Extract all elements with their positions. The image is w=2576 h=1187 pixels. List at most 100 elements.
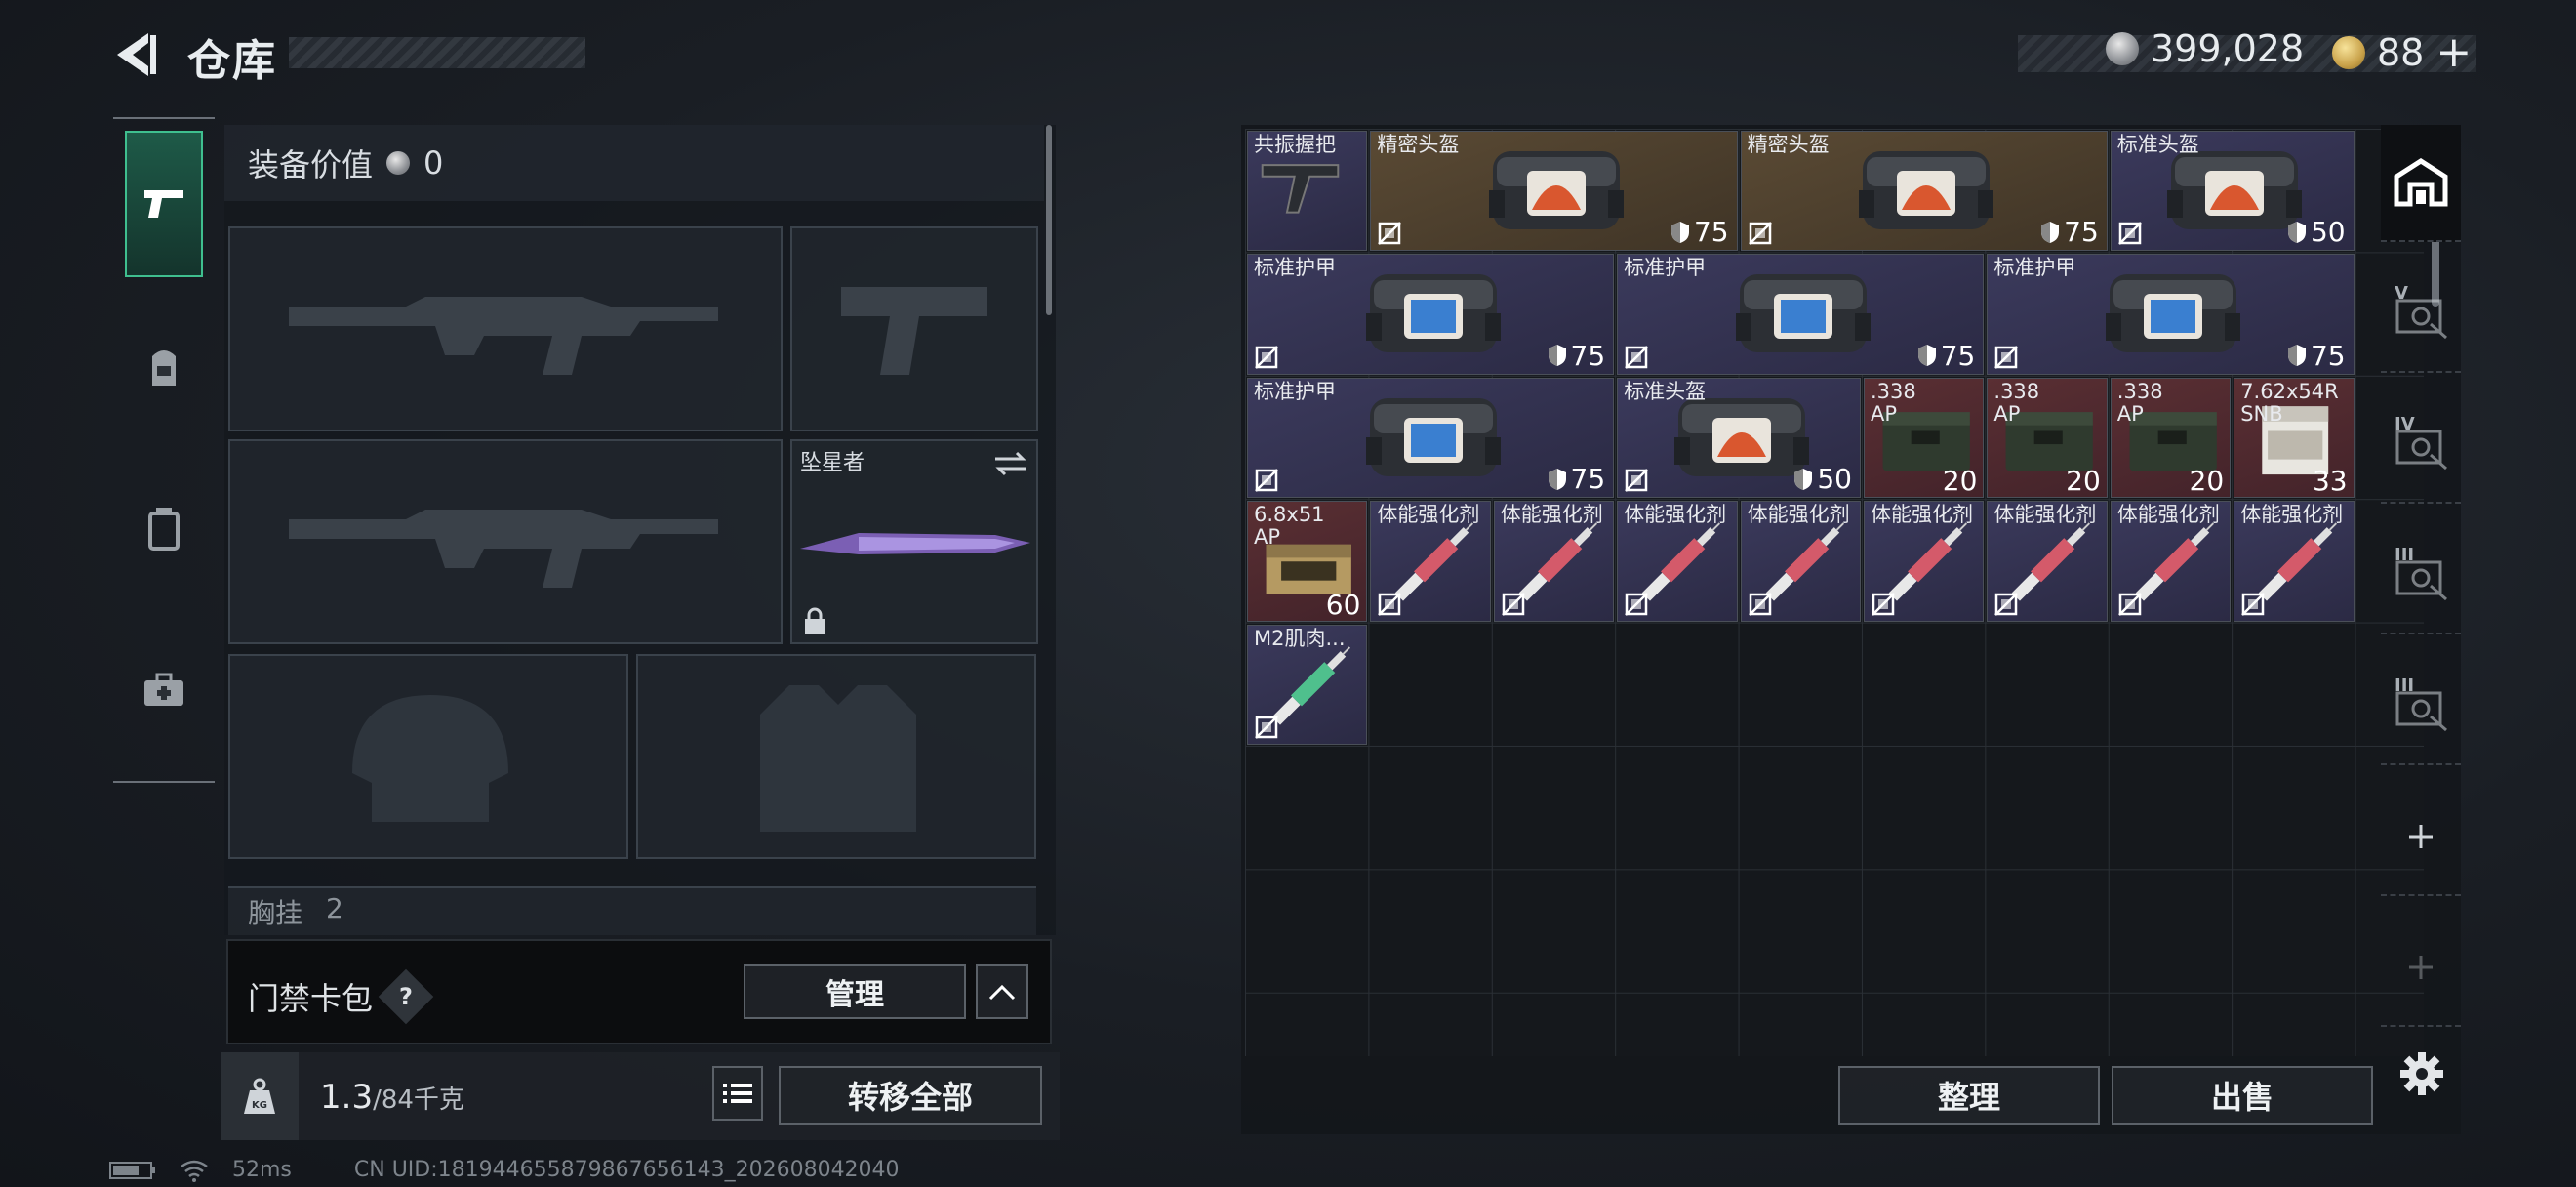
silver-coin-icon bbox=[2106, 32, 2139, 65]
stash-item[interactable]: 体能强化剂 bbox=[1864, 501, 1985, 622]
weight-value: 1.3 bbox=[320, 1078, 374, 1117]
battery-icon bbox=[109, 1161, 155, 1179]
stash-item[interactable]: 7.62x54R SNB 33 bbox=[2234, 377, 2355, 499]
lock-icon bbox=[805, 607, 825, 634]
tab-container[interactable] bbox=[125, 456, 203, 602]
container-tab[interactable]: V bbox=[2381, 256, 2461, 373]
stash-item[interactable]: 精密头盔 75 bbox=[1370, 131, 1738, 252]
silver-amount: 399,028 bbox=[2151, 27, 2305, 70]
durability-value: 50 bbox=[2310, 216, 2346, 249]
durability-readout: 50 bbox=[1793, 463, 1852, 495]
container-tab[interactable]: IV bbox=[2381, 387, 2461, 504]
stash-item[interactable]: M2肌肉... bbox=[1247, 624, 1368, 745]
item-name: 精密头盔 bbox=[1747, 133, 1830, 156]
loadout-panel: 装备价值 0 坠星者 胸挂 2 bbox=[224, 125, 1056, 935]
tab-kit[interactable] bbox=[125, 617, 203, 763]
transfer-all-button[interactable]: 转移全部 bbox=[779, 1066, 1042, 1125]
gold-currency[interactable]: 88 + bbox=[2332, 27, 2472, 77]
help-icon[interactable]: ? bbox=[378, 968, 434, 1025]
no-insure-icon bbox=[1501, 592, 1525, 616]
organize-button[interactable]: 整理 bbox=[1838, 1066, 2100, 1125]
list-view-button[interactable] bbox=[712, 1066, 763, 1121]
stash-item[interactable]: .338 AP 20 bbox=[2110, 377, 2232, 499]
add-gold-button[interactable]: + bbox=[2435, 27, 2472, 77]
title-decoration bbox=[289, 37, 585, 68]
stack-count: 33 bbox=[2312, 465, 2348, 498]
manage-button[interactable]: 管理 bbox=[744, 964, 966, 1019]
chest-rig-count: 2 bbox=[326, 892, 343, 924]
item-image bbox=[1365, 397, 1501, 476]
stash-item[interactable]: 体能强化剂 bbox=[2110, 501, 2232, 622]
item-name: 体能强化剂 bbox=[2116, 503, 2220, 527]
primary-weapon-slot[interactable] bbox=[228, 226, 783, 431]
durability-value: 50 bbox=[1817, 463, 1852, 496]
container-tier-label: V bbox=[2395, 283, 2408, 304]
stash-item[interactable]: 6.8x51 AP 60 bbox=[1247, 501, 1368, 622]
keycase-bar: 门禁卡包 ? 管理 bbox=[226, 939, 1052, 1044]
stash-item[interactable]: 标准头盔 50 bbox=[1617, 377, 1861, 499]
sell-button[interactable]: 出售 bbox=[2112, 1066, 2373, 1125]
secondary-weapon-slot[interactable] bbox=[228, 439, 783, 644]
no-insure-icon bbox=[1378, 222, 1402, 246]
tab-weapon[interactable] bbox=[125, 131, 203, 277]
container-tier-label: III bbox=[2395, 675, 2415, 696]
no-insure-icon bbox=[1378, 592, 1402, 616]
stash-item[interactable]: 体能强化剂 bbox=[1987, 501, 2108, 622]
armor-slot[interactable] bbox=[636, 654, 1036, 859]
stash-item[interactable]: 精密头盔 75 bbox=[1740, 131, 2108, 252]
container-tier-label: III bbox=[2395, 545, 2415, 565]
stash-item[interactable]: 体能强化剂 bbox=[2234, 501, 2355, 622]
item-name: 标准护甲 bbox=[1254, 379, 1336, 403]
helmet-slot[interactable] bbox=[228, 654, 628, 859]
stash-item[interactable]: .338 AP 20 bbox=[1864, 377, 1985, 499]
status-bar: 52ms CN UID:181944655879867656143_202608… bbox=[109, 1158, 900, 1182]
container-rail: V IV III III bbox=[2381, 125, 2461, 1134]
item-name: 体能强化剂 bbox=[1500, 503, 1603, 527]
stash-item[interactable]: 标准护甲 75 bbox=[1247, 254, 1615, 375]
item-image bbox=[1859, 151, 1994, 229]
stash-item[interactable]: 体能强化剂 bbox=[1493, 501, 1615, 622]
medkit-icon bbox=[144, 673, 183, 706]
stash-item[interactable]: .338 AP 20 bbox=[1987, 377, 2108, 499]
collapse-button[interactable] bbox=[976, 964, 1028, 1019]
stack-count: 20 bbox=[2066, 465, 2101, 498]
swap-icon[interactable] bbox=[993, 449, 1028, 478]
sidearm-slot[interactable] bbox=[790, 226, 1038, 431]
item-name: 标准头盔 bbox=[2116, 133, 2199, 156]
page-title: 仓库 bbox=[187, 36, 277, 86]
container-tab[interactable] bbox=[2381, 779, 2461, 896]
container-tab[interactable] bbox=[2381, 125, 2461, 242]
durability-value: 75 bbox=[2064, 216, 2099, 249]
container-tab[interactable]: III bbox=[2381, 648, 2461, 765]
back-button[interactable] bbox=[109, 27, 164, 82]
melee-slot[interactable]: 坠星者 bbox=[790, 439, 1038, 644]
loadout-scrollbar[interactable] bbox=[1046, 125, 1052, 315]
stash-item[interactable]: 体能强化剂 bbox=[1617, 501, 1738, 622]
container-tab[interactable]: III bbox=[2381, 517, 2461, 634]
stash-item[interactable]: 标准护甲 75 bbox=[1987, 254, 2355, 375]
no-insure-icon bbox=[2117, 592, 2142, 616]
settings-button[interactable] bbox=[2393, 1044, 2451, 1103]
keycase-label: 门禁卡包 bbox=[248, 980, 374, 1017]
tab-gear[interactable] bbox=[125, 295, 203, 441]
stash-item[interactable]: 标准护甲 75 bbox=[1617, 254, 1985, 375]
durability-readout: 75 bbox=[2040, 216, 2099, 248]
stash-item[interactable]: 共振握把 bbox=[1247, 131, 1368, 252]
item-name: 标准头盔 bbox=[1624, 379, 1707, 403]
no-insure-icon bbox=[1625, 592, 1649, 616]
container-tab[interactable] bbox=[2381, 910, 2461, 1027]
stash-item[interactable]: 体能强化剂 bbox=[1740, 501, 1861, 622]
stash-icon bbox=[2394, 158, 2448, 207]
stash-grid: 共振握把 精密头盔 75 精密头盔 75 标准头盔 50 标准护甲 75 标准护甲 75 标准护甲 75… bbox=[1245, 129, 2424, 1056]
durability-value: 75 bbox=[1940, 339, 1976, 372]
stash-item[interactable]: 标准护甲 75 bbox=[1247, 377, 1615, 499]
item-name: 体能强化剂 bbox=[1747, 503, 1850, 527]
backpack-icon bbox=[152, 350, 176, 386]
stash-item[interactable]: 体能强化剂 bbox=[1370, 501, 1491, 622]
gold-amount: 88 bbox=[2377, 30, 2425, 74]
silver-coin-icon bbox=[386, 151, 411, 175]
stash-item[interactable]: 标准头盔 50 bbox=[2110, 131, 2355, 252]
chest-rig-slot[interactable]: 胸挂 2 bbox=[228, 886, 1036, 935]
keycase-label-group: 门禁卡包 ? bbox=[248, 968, 434, 1025]
back-arrow-icon bbox=[117, 33, 156, 76]
